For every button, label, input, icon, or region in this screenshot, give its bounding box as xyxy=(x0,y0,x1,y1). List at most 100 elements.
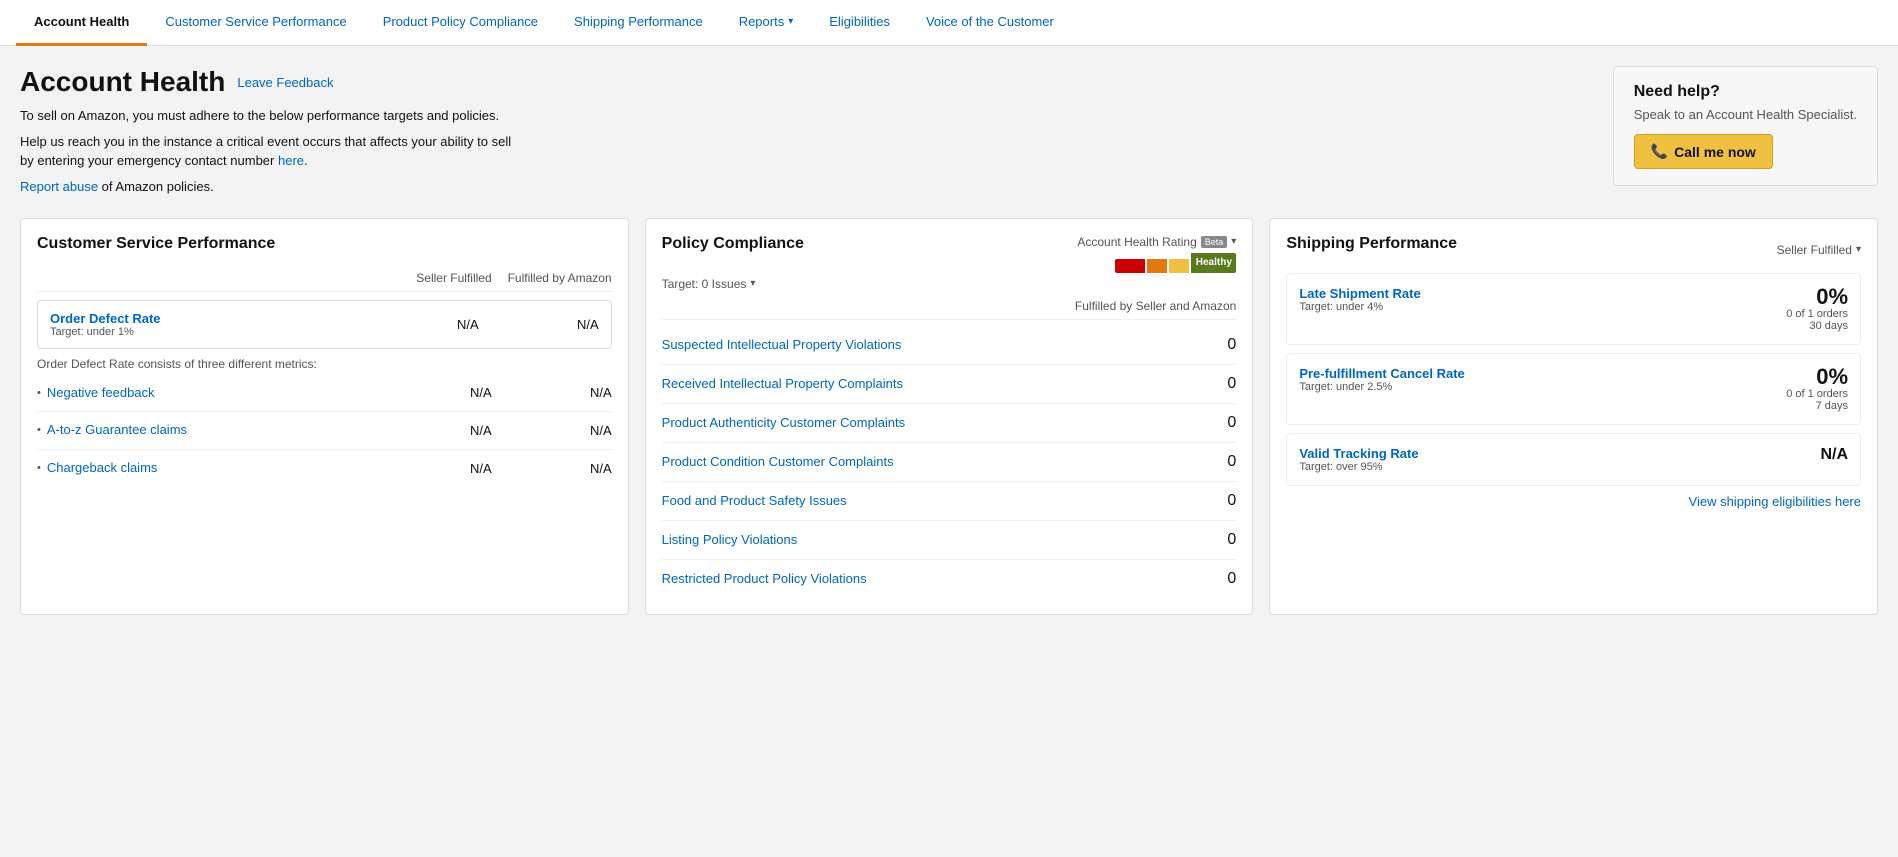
bullet-icon: • xyxy=(37,424,41,436)
ahr-segment-green: Healthy xyxy=(1191,253,1236,273)
policy-row-4: Food and Product Safety Issues 0 xyxy=(662,482,1237,521)
nav-item-reports[interactable]: Reports ▾ xyxy=(721,0,812,46)
policy-row-0: Suspected Intellectual Property Violatio… xyxy=(662,326,1237,365)
nav-item-product-policy[interactable]: Product Policy Compliance xyxy=(365,0,556,46)
late-shipment-target: Target: under 4% xyxy=(1299,301,1420,313)
suspected-ip-violations-link[interactable]: Suspected Intellectual Property Violatio… xyxy=(662,337,902,352)
valid-tracking-link[interactable]: Valid Tracking Rate xyxy=(1299,446,1418,461)
metric-row-chargeback: • Chargeback claims N/A N/A xyxy=(37,450,612,487)
ahr-section: Account Health Rating Beta ▾ Healthy xyxy=(1077,235,1236,273)
order-defect-label-col: Order Defect Rate Target: under 1% xyxy=(50,311,359,338)
received-ip-complaints-link[interactable]: Received Intellectual Property Complaint… xyxy=(662,376,903,391)
ahr-segment-red xyxy=(1115,259,1145,273)
report-abuse-link[interactable]: Report abuse xyxy=(20,179,98,194)
valid-tracking-box: Valid Tracking Rate Target: over 95% N/A xyxy=(1286,433,1861,486)
policy-compliance-card: Policy Compliance Account Health Rating … xyxy=(645,218,1254,615)
header-left: Account Health Leave Feedback To sell on… xyxy=(20,66,520,194)
restricted-product-link[interactable]: Restricted Product Policy Violations xyxy=(662,571,867,586)
valid-tracking-value-col: N/A xyxy=(1820,446,1848,464)
call-me-button[interactable]: 📞 Call me now xyxy=(1634,134,1773,169)
policy-header: Policy Compliance Account Health Rating … xyxy=(662,235,1237,273)
shipping-dropdown[interactable]: Seller Fulfilled ▾ xyxy=(1777,243,1861,257)
suspected-ip-count: 0 xyxy=(1227,336,1236,354)
prefulfillment-pct: 0% xyxy=(1786,366,1848,388)
nav-bar: Account Health Customer Service Performa… xyxy=(0,0,1898,46)
policy-target[interactable]: Target: 0 Issues ▾ xyxy=(662,277,1237,291)
leave-feedback-link[interactable]: Leave Feedback xyxy=(237,75,333,90)
metric-row-negative-feedback: • Negative feedback N/A N/A xyxy=(37,375,612,413)
chargeback-label: • Chargeback claims xyxy=(37,460,372,477)
prefulfillment-sub2: 7 days xyxy=(1786,400,1848,412)
header-description-line2: Help us reach you in the instance a crit… xyxy=(20,132,520,171)
product-condition-count: 0 xyxy=(1227,453,1236,471)
healthy-label: Healthy xyxy=(1196,257,1232,268)
policy-rows: Suspected Intellectual Property Violatio… xyxy=(662,326,1237,598)
phone-icon: 📞 xyxy=(1651,143,1668,160)
late-shipment-link[interactable]: Late Shipment Rate xyxy=(1299,286,1420,301)
defect-rate-description: Order Defect Rate consists of three diff… xyxy=(37,357,612,371)
view-eligibilities-link[interactable]: View shipping eligibilities here xyxy=(1286,494,1861,509)
prefulfillment-label-col: Pre-fulfillment Cancel Rate Target: unde… xyxy=(1299,366,1464,393)
header-description-line1: To sell on Amazon, you must adhere to th… xyxy=(20,106,520,126)
chargeback-link[interactable]: Chargeback claims xyxy=(47,460,158,477)
need-help-title: Need help? xyxy=(1634,83,1857,101)
col-fulfilled-amazon: Fulfilled by Amazon xyxy=(492,271,612,285)
negative-feedback-link[interactable]: Negative feedback xyxy=(47,385,155,402)
shipping-header: Shipping Performance Seller Fulfilled ▾ xyxy=(1286,235,1861,265)
ahr-bar: Healthy xyxy=(1115,253,1236,273)
atoz-link[interactable]: A-to-z Guarantee claims xyxy=(47,422,187,439)
prefulfillment-link[interactable]: Pre-fulfillment Cancel Rate xyxy=(1299,366,1464,381)
product-authenticity-link[interactable]: Product Authenticity Customer Complaints xyxy=(662,415,906,430)
here-link[interactable]: here xyxy=(278,153,304,168)
ahr-label-row[interactable]: Account Health Rating Beta ▾ xyxy=(1077,235,1236,249)
late-shipment-box: Late Shipment Rate Target: under 4% 0% 0… xyxy=(1286,273,1861,345)
atoz-label: • A-to-z Guarantee claims xyxy=(37,422,372,439)
nav-item-eligibilities[interactable]: Eligibilities xyxy=(811,0,908,46)
negative-feedback-val2: N/A xyxy=(492,385,612,400)
nav-item-account-health[interactable]: Account Health xyxy=(16,0,147,46)
order-defect-val2: N/A xyxy=(479,317,599,332)
shipping-performance-card: Shipping Performance Seller Fulfilled ▾ … xyxy=(1269,218,1878,615)
product-condition-link[interactable]: Product Condition Customer Complaints xyxy=(662,454,894,469)
received-ip-count: 0 xyxy=(1227,375,1236,393)
header-title: Account Health Leave Feedback xyxy=(20,66,520,98)
report-abuse-line: Report abuse of Amazon policies. xyxy=(20,179,520,194)
shipping-title: Shipping Performance xyxy=(1286,235,1457,253)
need-help-box: Need help? Speak to an Account Health Sp… xyxy=(1613,66,1878,186)
negative-feedback-label: • Negative feedback xyxy=(37,385,372,402)
chargeback-val1: N/A xyxy=(372,461,492,476)
policy-row-3: Product Condition Customer Complaints 0 xyxy=(662,443,1237,482)
prefulfillment-value-col: 0% 0 of 1 orders 7 days xyxy=(1786,366,1848,412)
metrics-list: • Negative feedback N/A N/A • A-to-z Gua… xyxy=(37,375,612,488)
nav-item-voice[interactable]: Voice of the Customer xyxy=(908,0,1072,46)
policy-title: Policy Compliance xyxy=(662,235,804,253)
nav-item-customer-service[interactable]: Customer Service Performance xyxy=(147,0,364,46)
late-shipment-label-col: Late Shipment Rate Target: under 4% xyxy=(1299,286,1420,313)
chevron-down-icon: ▾ xyxy=(1856,244,1861,255)
header-section: Account Health Leave Feedback To sell on… xyxy=(20,66,1878,194)
food-safety-link[interactable]: Food and Product Safety Issues xyxy=(662,493,847,508)
order-defect-row: Order Defect Rate Target: under 1% N/A N… xyxy=(50,311,599,338)
atoz-val1: N/A xyxy=(372,423,492,438)
policy-row-2: Product Authenticity Customer Complaints… xyxy=(662,404,1237,443)
beta-badge: Beta xyxy=(1201,236,1228,248)
order-defect-target: Target: under 1% xyxy=(50,326,359,338)
late-shipment-sub1: 0 of 1 orders xyxy=(1786,308,1848,320)
chevron-down-icon: ▾ xyxy=(750,278,755,289)
bullet-icon: • xyxy=(37,387,41,399)
nav-item-shipping[interactable]: Shipping Performance xyxy=(556,0,721,46)
prefulfillment-sub1: 0 of 1 orders xyxy=(1786,388,1848,400)
food-safety-count: 0 xyxy=(1227,492,1236,510)
listing-policy-link[interactable]: Listing Policy Violations xyxy=(662,532,798,547)
late-shipment-top: Late Shipment Rate Target: under 4% 0% 0… xyxy=(1299,286,1848,332)
chevron-down-icon: ▾ xyxy=(1231,236,1236,247)
prefulfillment-top: Pre-fulfillment Cancel Rate Target: unde… xyxy=(1299,366,1848,412)
page-content: Account Health Leave Feedback To sell on… xyxy=(0,46,1898,635)
valid-tracking-na: N/A xyxy=(1820,446,1848,464)
valid-tracking-label-col: Valid Tracking Rate Target: over 95% xyxy=(1299,446,1418,473)
col-seller-fulfilled: Seller Fulfilled xyxy=(372,271,492,285)
order-defect-rate-link[interactable]: Order Defect Rate xyxy=(50,311,359,326)
customer-service-card: Customer Service Performance Seller Fulf… xyxy=(20,218,629,615)
order-defect-val1: N/A xyxy=(359,317,479,332)
negative-feedback-val1: N/A xyxy=(372,385,492,400)
